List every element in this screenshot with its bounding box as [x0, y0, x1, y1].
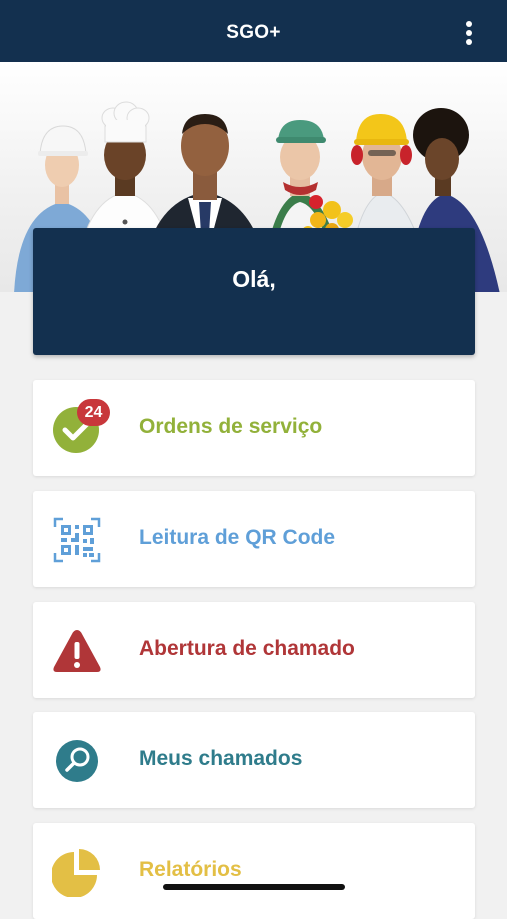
menu-item-relatorios[interactable]: Relatórios [33, 823, 475, 919]
home-indicator [163, 884, 345, 890]
menu-item-meus-chamados[interactable]: Meus chamados [33, 712, 475, 808]
notification-badge: 24 [77, 399, 110, 426]
menu-item-ordens-de-servico[interactable]: 24 Ordens de serviço [33, 380, 475, 476]
greeting-text: Olá, [232, 266, 276, 292]
menu-item-label: Leitura de QR Code [139, 526, 336, 549]
menu-item-label: Ordens de serviço [139, 415, 323, 438]
greeting-card: Olá, [33, 228, 475, 355]
menu-item-leitura-qr-code[interactable]: Leitura de QR Code [33, 491, 475, 587]
menu-item-label: Relatórios [139, 858, 242, 881]
menu-item-label: Abertura de chamado [139, 637, 355, 660]
more-vert-icon[interactable] [459, 21, 479, 49]
search-icon [56, 740, 98, 782]
app-title: SGO+ [226, 22, 281, 43]
qr-code-icon [53, 517, 101, 563]
menu-item-abertura-de-chamado[interactable]: Abertura de chamado [33, 602, 475, 698]
pie-chart-icon [52, 849, 100, 897]
warning-icon [53, 630, 101, 672]
menu-item-label: Meus chamados [139, 747, 303, 770]
top-app-bar: SGO+ [0, 0, 507, 62]
